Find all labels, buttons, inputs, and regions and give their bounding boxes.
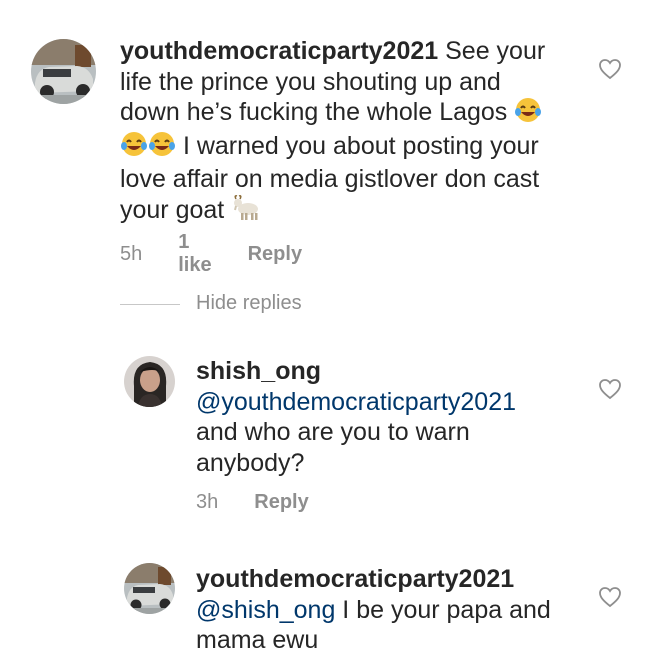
reply-username[interactable]: youthdemocraticparty2021 (196, 564, 576, 595)
car-photo-avatar-icon (31, 39, 96, 104)
reply-button[interactable]: Reply (254, 491, 308, 514)
comment-text: your goat (120, 195, 232, 224)
mention-link[interactable]: @youthdemocraticparty2021 (196, 387, 576, 418)
reply-text: mama ewu (196, 626, 319, 654)
heart-outline-icon[interactable] (598, 58, 622, 80)
avatar[interactable] (124, 563, 175, 614)
mention-link[interactable]: @shish_ong (196, 596, 335, 624)
comment-text: life the prince you shouting up and (120, 67, 501, 96)
hide-replies-divider (120, 304, 180, 305)
likes-count[interactable]: 1 like (178, 231, 211, 277)
laughing-emoji-icon (148, 131, 176, 165)
comment-text: love affair on media gistlover don cast (120, 165, 540, 193)
avatar[interactable] (31, 39, 96, 104)
laughing-emoji-icon (514, 97, 542, 131)
avatar[interactable] (124, 356, 175, 407)
comment-username[interactable]: youthdemocraticparty2021 (120, 37, 438, 65)
reply-text: and who are you to warn (196, 418, 470, 446)
hide-replies-button[interactable]: Hide replies (196, 292, 302, 315)
car-photo-avatar-icon (124, 563, 175, 614)
comment-text: See your (438, 37, 546, 65)
comment-timestamp: 5h (120, 242, 143, 265)
reply-text: anybody? (196, 448, 305, 477)
comment-text: down he’s fucking the whole Lagos (120, 98, 515, 126)
comment-text: I warned you about posting your (176, 131, 539, 160)
reply-timestamp: 3h (196, 491, 219, 513)
reply-username[interactable]: shish_ong (196, 356, 576, 387)
person-photo-avatar-icon (124, 356, 175, 407)
reply-text: I be your papa and (335, 595, 551, 624)
heart-outline-icon[interactable] (598, 378, 622, 400)
reply-button[interactable]: Reply (248, 243, 302, 266)
heart-outline-icon[interactable] (598, 586, 622, 608)
laughing-emoji-icon (120, 131, 148, 165)
goat-emoji-icon (231, 194, 261, 229)
